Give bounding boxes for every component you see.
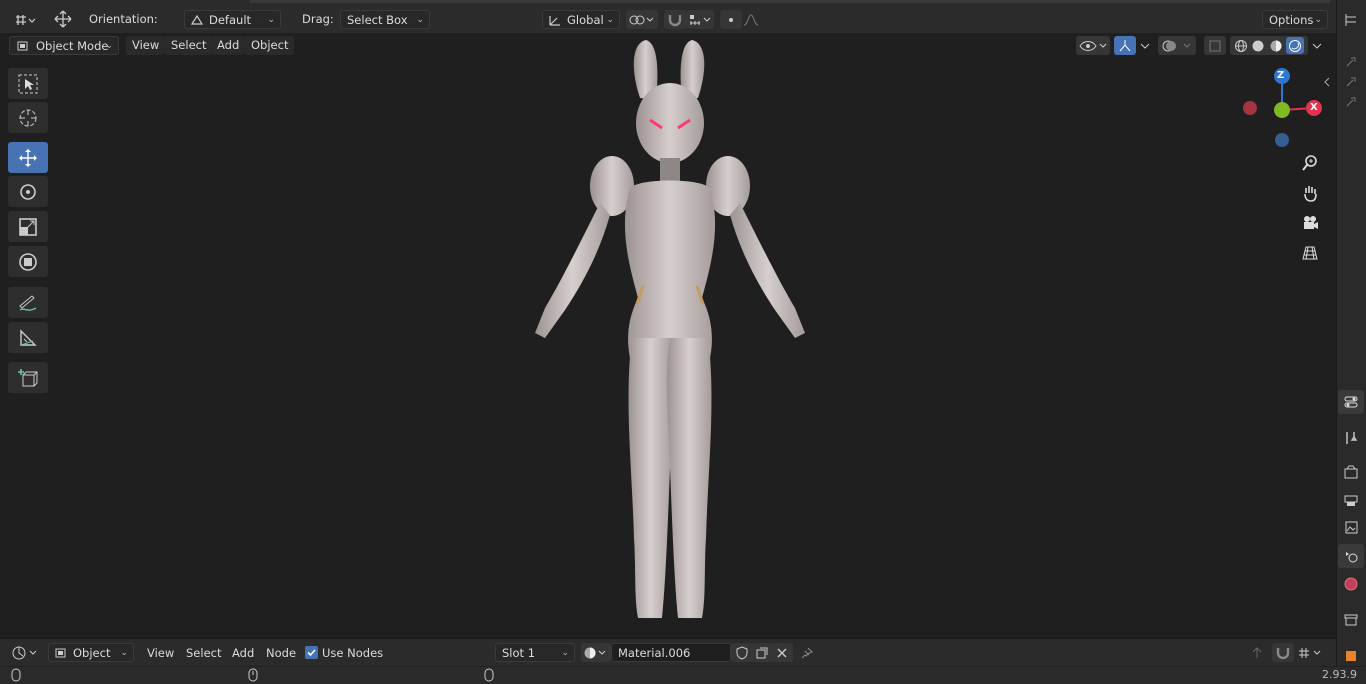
cursor-tool[interactable] (8, 102, 48, 133)
menu-object[interactable]: Object (245, 36, 295, 55)
drag-value: Select Box (347, 13, 408, 27)
world-properties-icon[interactable] (1338, 572, 1364, 596)
use-nodes-label[interactable]: Use Nodes (317, 644, 388, 663)
orientation-dropdown[interactable]: Default ⌄ (184, 10, 281, 29)
node-menu-add[interactable]: Add (227, 644, 259, 663)
drag-dropdown[interactable]: Select Box ⌄ (340, 10, 430, 29)
perspective-grid-icon[interactable] (1297, 240, 1323, 266)
output-properties-icon[interactable] (1338, 488, 1364, 512)
snap-grid-icon[interactable] (1294, 643, 1326, 662)
chevron-down-icon: ⌄ (267, 15, 275, 25)
mode-value: Object Mode (36, 39, 109, 53)
tool-pin-icon[interactable] (1338, 90, 1364, 114)
slot-dropdown[interactable]: Slot 1 ⌄ (495, 643, 575, 662)
object-type-value: Object (73, 646, 111, 660)
workspace-tabs-strip (250, 0, 1330, 3)
slot-value: Slot 1 (502, 646, 536, 660)
gizmo-toggle-icon[interactable] (1114, 36, 1136, 55)
mouse-left-icon (11, 668, 21, 682)
material-name-field[interactable]: Material.006 (611, 643, 731, 662)
sidebar-toggle-icon[interactable] (1320, 70, 1334, 94)
gizmo-neg-z-axis (1275, 133, 1289, 147)
node-menu-select[interactable]: Select (181, 644, 226, 663)
outliner-icon[interactable] (1338, 8, 1364, 32)
shader-editor-icon[interactable] (10, 643, 40, 662)
hand-pan-icon[interactable] (1297, 180, 1323, 206)
zoom-icon[interactable] (1297, 150, 1323, 176)
gizmo-y-axis (1274, 102, 1290, 118)
transform-move-icon[interactable] (50, 9, 76, 28)
shading-modes[interactable] (1230, 36, 1308, 55)
gizmo-x-label: X (1310, 102, 1318, 113)
chevron-down-icon: ⌄ (606, 15, 614, 25)
chevron-down-icon: ⌄ (105, 41, 113, 51)
options-dropdown[interactable]: Options ⌄ (1262, 10, 1328, 29)
material-shading-icon[interactable] (1269, 39, 1283, 53)
chevron-down-icon: ⌄ (561, 648, 569, 658)
fake-user-shield-icon[interactable] (731, 643, 753, 662)
snap-magnet-icon[interactable] (664, 10, 686, 29)
mouse-middle-icon (248, 668, 258, 682)
falloff-curve-icon[interactable] (740, 10, 768, 29)
transform-tool[interactable] (8, 246, 48, 277)
unlink-material-icon[interactable] (771, 643, 793, 662)
orientation-label: Orientation: (89, 12, 158, 26)
wireframe-shading-icon[interactable] (1234, 39, 1248, 53)
select-box-tool[interactable] (8, 68, 48, 99)
rendered-shading-icon[interactable] (1286, 37, 1305, 54)
scale-tool[interactable] (8, 211, 48, 242)
measure-tool[interactable] (8, 322, 48, 353)
properties-editor-icon[interactable] (1338, 390, 1364, 414)
parent-node-icon[interactable] (1246, 643, 1268, 662)
annotate-tool[interactable] (8, 287, 48, 318)
duplicate-material-icon[interactable] (751, 643, 773, 662)
transform-orientation-value: Global (567, 13, 604, 27)
render-properties-icon[interactable] (1338, 460, 1364, 484)
xray-toggle-icon[interactable] (1204, 36, 1226, 55)
drag-label: Drag: (302, 12, 334, 26)
node-menu-node[interactable]: Node (261, 644, 301, 663)
material-browse-icon[interactable] (581, 643, 611, 662)
pivot-point-icon[interactable] (626, 10, 658, 29)
move-tool[interactable] (8, 142, 48, 173)
snap-magnet-icon[interactable] (1272, 643, 1294, 662)
overlays-icon[interactable] (1158, 36, 1196, 55)
gizmo-z-label: Z (1277, 70, 1285, 81)
transform-orientation-dropdown[interactable]: Global ⌄ (542, 10, 620, 29)
object-properties-icon[interactable] (1338, 644, 1364, 668)
rotate-tool[interactable] (8, 176, 48, 207)
object-visibility-icon[interactable] (1076, 36, 1110, 55)
mouse-right-icon (484, 668, 494, 682)
orientation-value: Default (209, 13, 252, 27)
menu-add[interactable]: Add (211, 36, 246, 55)
add-cube-tool[interactable] (8, 362, 48, 393)
menu-view[interactable]: View (126, 36, 166, 55)
editor-type-icon[interactable] (10, 10, 40, 29)
chevron-down-icon: ⌄ (1314, 15, 1322, 25)
collection-properties-icon[interactable] (1338, 608, 1364, 632)
version-label: 2.93.9 (1322, 668, 1357, 681)
proportional-edit-icon[interactable] (720, 10, 742, 29)
character-model[interactable] (500, 38, 840, 628)
solid-shading-icon[interactable] (1251, 39, 1265, 53)
pin-icon[interactable] (796, 643, 818, 662)
menu-select[interactable]: Select (165, 36, 213, 55)
tool-settings-icon[interactable] (1338, 426, 1364, 450)
snap-increment-icon[interactable] (686, 10, 714, 29)
object-type-dropdown[interactable]: Object ⌄ (48, 643, 134, 662)
chevron-down-icon[interactable] (1136, 36, 1154, 55)
node-menu-view[interactable]: View (142, 644, 179, 663)
options-label: Options (1269, 13, 1314, 27)
gizmo-neg-x-axis (1243, 101, 1257, 115)
chevron-down-icon: ⌄ (416, 15, 424, 25)
mode-dropdown[interactable]: Object Mode ⌄ (9, 36, 119, 55)
camera-view-icon[interactable] (1297, 210, 1323, 236)
status-bar (0, 666, 1366, 684)
material-name-value: Material.006 (618, 646, 691, 660)
scene-properties-icon[interactable] (1338, 544, 1364, 568)
chevron-down-icon: ⌄ (120, 648, 128, 658)
chevron-down-icon[interactable] (1308, 36, 1326, 55)
view-layer-icon[interactable] (1338, 516, 1364, 540)
